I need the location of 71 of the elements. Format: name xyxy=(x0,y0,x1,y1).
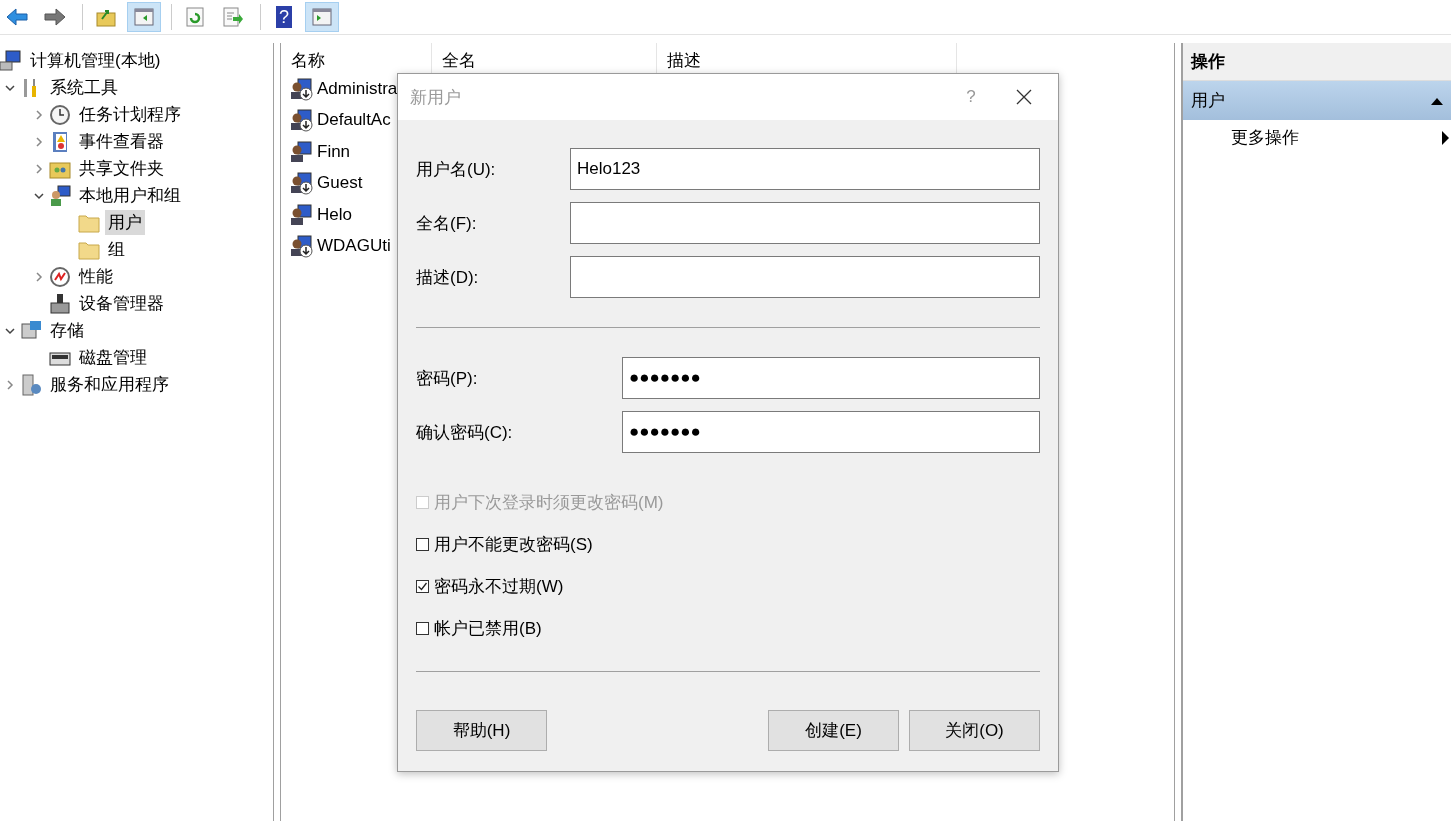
submenu-triangle-icon[interactable] xyxy=(1442,130,1449,145)
checkbox-row[interactable]: 帐户已禁用(B) xyxy=(416,607,1040,649)
tree-item[interactable]: 本地用户和组 xyxy=(76,183,184,208)
tree-item[interactable]: 存储 xyxy=(47,318,87,343)
toolbar-button[interactable]: ? xyxy=(267,2,301,32)
chevron-right-icon[interactable] xyxy=(34,163,44,174)
dialog-button[interactable]: 关闭(O) xyxy=(909,710,1040,751)
input-field[interactable]: Helo123 xyxy=(570,148,1040,190)
chevron-right-icon[interactable] xyxy=(34,271,44,282)
user-name[interactable]: Helo xyxy=(317,204,352,225)
field-label: 密码(P): xyxy=(416,367,479,390)
section-label: 用户 xyxy=(1191,90,1225,112)
field-label: 用户名(U): xyxy=(416,158,497,181)
tree-item[interactable]: 系统工具 xyxy=(47,75,121,100)
chevron-down-icon[interactable] xyxy=(34,190,44,201)
chevron-right-icon[interactable] xyxy=(34,109,44,120)
checkbox-label: 用户不能更改密码(S) xyxy=(434,533,593,556)
dialog-button[interactable]: 创建(E) xyxy=(768,710,899,751)
chevron-down-icon[interactable] xyxy=(5,325,15,336)
tree-item[interactable]: 事件查看器 xyxy=(76,129,167,154)
tree-item[interactable]: 计算机管理(本地) xyxy=(27,48,164,73)
input-field[interactable] xyxy=(570,256,1040,298)
input-field[interactable]: ●●●●●●● xyxy=(622,357,1040,399)
checkbox-row[interactable]: 用户不能更改密码(S) xyxy=(416,523,1040,565)
input-field[interactable] xyxy=(570,202,1040,244)
checkbox-row[interactable]: 密码永不过期(W) xyxy=(416,565,1040,607)
back-arrow-icon xyxy=(5,5,29,29)
checkbox[interactable] xyxy=(416,537,429,551)
computer-icon xyxy=(0,49,22,72)
chevron-down-icon[interactable] xyxy=(5,82,15,93)
help-icon: ? xyxy=(276,6,292,28)
checkbox[interactable] xyxy=(416,621,429,635)
toolbar-button[interactable] xyxy=(127,2,161,32)
export-icon xyxy=(221,5,245,29)
field-label: 确认密码(C): xyxy=(416,421,514,444)
tree-item[interactable]: 性能 xyxy=(76,264,116,289)
panel-icon xyxy=(132,5,156,29)
section-header[interactable]: 用户 xyxy=(1183,81,1451,120)
pane-title: 操作 xyxy=(1183,43,1451,81)
forward-arrow-icon xyxy=(43,5,67,29)
close-icon[interactable] xyxy=(1016,89,1032,105)
tree-item[interactable]: 磁盘管理 xyxy=(76,345,150,370)
field-label: 全名(F): xyxy=(416,212,478,235)
user-name[interactable]: Finn xyxy=(317,141,351,162)
input-field[interactable]: ●●●●●●● xyxy=(622,411,1040,453)
check-icon xyxy=(417,580,428,592)
action-link[interactable]: 更多操作 xyxy=(1231,126,1299,149)
chevron-right-icon[interactable] xyxy=(5,379,15,390)
help-button[interactable]: 帮助(H) xyxy=(416,710,547,751)
collapse-triangle-icon[interactable] xyxy=(1431,96,1443,105)
refresh-icon xyxy=(183,5,207,29)
gauge-icon xyxy=(49,265,71,288)
tree-item[interactable]: 共享文件夹 xyxy=(76,156,167,181)
chevron-right-icon[interactable] xyxy=(34,136,44,147)
checkbox-label: 用户下次登录时须更改密码(M) xyxy=(434,491,664,514)
tree-item[interactable]: 任务计划程序 xyxy=(76,102,184,127)
checkbox-label: 帐户已禁用(B) xyxy=(434,617,542,640)
checkbox-label: 密码永不过期(W) xyxy=(434,575,564,598)
tree-item[interactable]: 服务和应用程序 xyxy=(47,372,172,397)
storage-icon xyxy=(20,319,42,342)
tree-item[interactable]: 设备管理器 xyxy=(76,291,167,316)
dialog-title: 新用户 xyxy=(410,86,462,109)
field-label: 描述(D): xyxy=(416,266,480,289)
users-icon xyxy=(49,184,71,207)
tree-item[interactable]: 用户 xyxy=(105,210,145,235)
checkbox[interactable] xyxy=(416,579,429,593)
tree-item[interactable]: 组 xyxy=(105,237,128,262)
device-icon xyxy=(49,292,71,315)
panel-icon xyxy=(310,5,334,29)
clock-icon xyxy=(49,103,71,126)
toolbar-button[interactable] xyxy=(305,2,339,32)
